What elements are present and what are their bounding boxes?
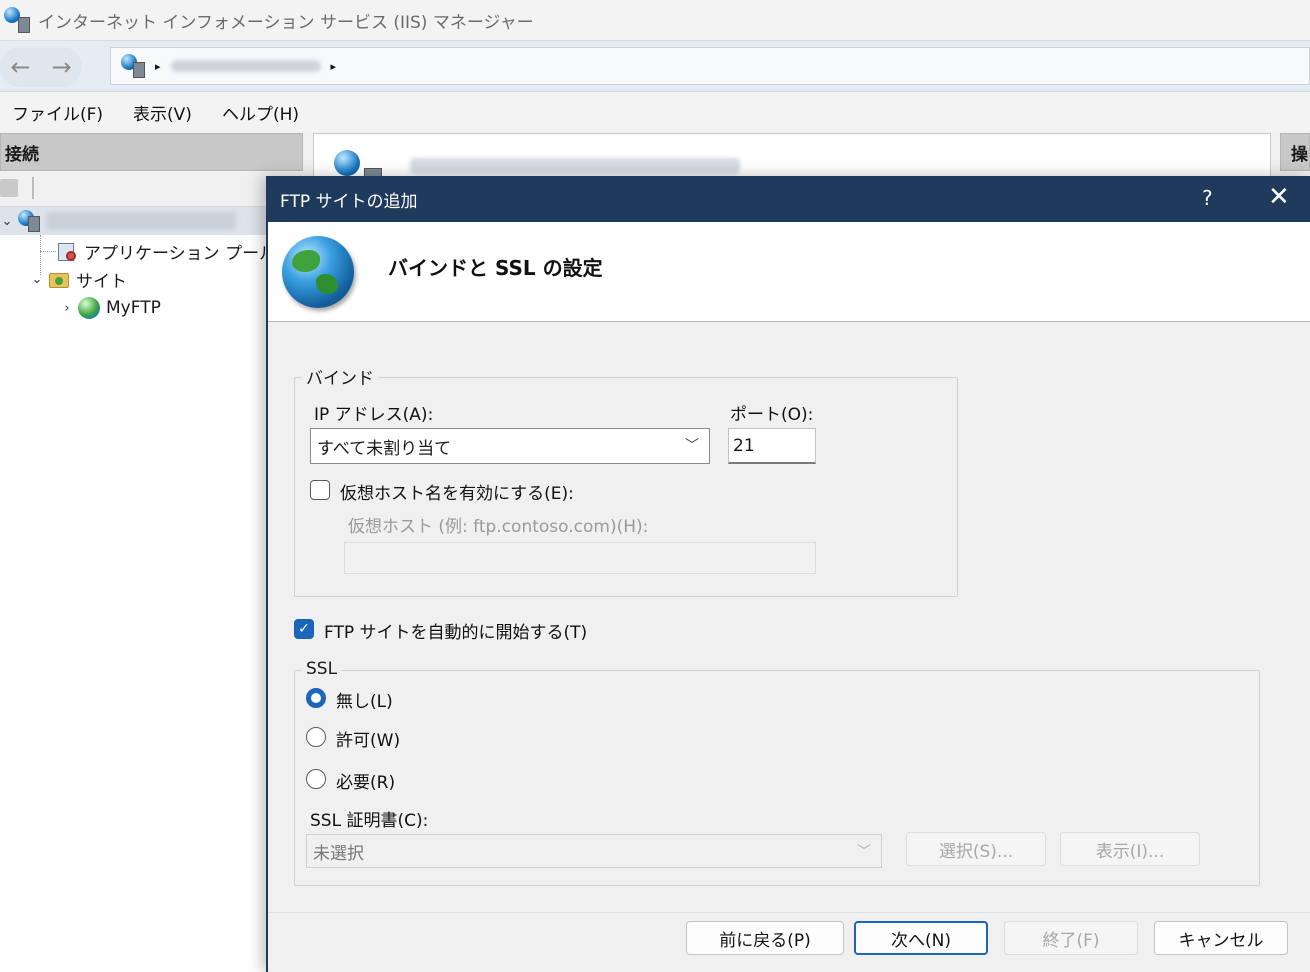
virtual-host-label: 仮想ホスト (例: ftp.contoso.com)(H): [348,517,649,537]
close-icon[interactable]: ✕ [1268,182,1290,212]
finish-button[interactable]: 終了(F) [1004,921,1138,955]
menu-view[interactable]: 表示(V) [133,100,192,125]
ssl-allow-label: 許可(W) [336,731,401,751]
breadcrumb-server-name-redacted[interactable] [170,60,321,72]
chevron-right-icon[interactable]: › [60,301,74,316]
breadcrumb[interactable]: ▸ ▸ [110,47,1310,85]
tree-item-label: MyFTP [106,298,161,318]
globe-icon [282,236,354,308]
add-ftp-site-dialog: FTP サイトの追加 ? ✕ バインドと SSL の設定 バインド IP アドレ… [266,176,1310,972]
breadcrumb-separator-icon[interactable]: ▸ [155,60,161,73]
server-name-redacted [46,212,236,230]
ssl-cert-select[interactable]: 未選択 ﹀ [306,834,882,868]
forward-arrow-icon[interactable]: → [51,55,71,79]
menu-file[interactable]: ファイル(F) [12,100,103,125]
connections-header: 接続 [0,133,303,171]
ssl-select-button[interactable]: 選択(S)... [906,832,1046,866]
virtual-host-checkbox[interactable] [310,480,330,500]
back-arrow-icon[interactable]: ← [10,55,30,79]
ssl-require-label: 必要(R) [336,773,396,793]
ssl-require-radio[interactable] [306,769,326,789]
tree-item-myftp[interactable]: › MyFTP [60,294,161,322]
chevron-down-icon: ﹀ [685,438,699,454]
window-title: インターネット インフォメーション サービス (IIS) マネージャー [38,12,534,33]
address-bar: ← → ▸ ▸ [0,40,1310,92]
chevron-down-icon[interactable]: ⌄ [30,272,44,287]
dialog-title: FTP サイトの追加 [280,191,418,212]
port-input[interactable]: 21 [728,428,816,464]
iis-app-icon [4,7,30,33]
auto-start-checkbox[interactable]: ✓ [294,619,314,639]
globe-icon [78,297,100,319]
ssl-group-label: SSL [302,659,342,679]
ip-address-label: IP アドレス(A): [314,405,434,425]
virtual-host-input[interactable] [344,542,816,574]
server-icon [18,210,40,232]
connections-toolbar [0,171,303,207]
ssl-view-button[interactable]: 表示(I)... [1060,832,1200,866]
iis-server-icon [121,54,145,78]
auto-start-label: FTP サイトを自動的に開始する(T) [324,623,588,643]
sites-folder-icon [48,268,70,290]
tree-item-app-pools[interactable]: アプリケーション プール [52,237,276,265]
port-value: 21 [733,435,755,456]
ssl-allow-radio[interactable] [306,727,326,747]
binding-group-label: バインド [302,364,378,389]
dialog-banner: バインドと SSL の設定 [268,222,1310,322]
breadcrumb-separator-icon[interactable]: ▸ [331,60,337,73]
ip-address-select[interactable]: すべて未割り当て ﹀ [310,428,710,464]
ssl-none-label: 無し(L) [336,692,393,712]
tree-item-label: アプリケーション プール [84,243,277,264]
app-pool-icon [56,240,78,262]
page-heading: バインドと SSL の設定 [388,256,603,280]
tree-item-sites[interactable]: ⌄ サイト [30,265,127,293]
tree-item-label: サイト [76,271,127,292]
port-label: ポート(O): [730,405,814,425]
ip-address-value: すべて未割り当て [317,438,452,459]
menu-help[interactable]: ヘルプ(H) [222,100,299,125]
menu-bar: ファイル(F) 表示(V) ヘルプ(H) [0,93,1310,131]
help-icon[interactable]: ? [1202,186,1213,210]
server-title-redacted [410,158,740,174]
next-button[interactable]: 次へ(N) [854,921,988,955]
toolbar-divider [32,177,34,199]
connections-tree: ⌄ アプリケーション プール ⌄ サイト › MyFTP [0,207,303,972]
connect-icon[interactable] [0,179,18,197]
tree-item-server[interactable]: ⌄ [0,207,270,235]
dialog-titlebar: FTP サイトの追加 ? ✕ [268,176,1310,222]
ssl-none-radio[interactable] [306,688,326,708]
window-titlebar: インターネット インフォメーション サービス (IIS) マネージャー [0,0,1310,40]
actions-header: 操 [1280,133,1310,171]
virtual-host-checkbox-label: 仮想ホスト名を有効にする(E): [340,484,574,504]
chevron-down-icon[interactable]: ⌄ [0,214,14,229]
ssl-cert-value: 未選択 [313,843,364,864]
nav-buttons: ← → [0,47,82,87]
cancel-button[interactable]: キャンセル [1154,921,1288,955]
ssl-cert-label: SSL 証明書(C): [310,811,429,831]
chevron-down-icon: ﹀ [857,844,871,860]
back-button[interactable]: 前に戻る(P) [686,921,844,955]
